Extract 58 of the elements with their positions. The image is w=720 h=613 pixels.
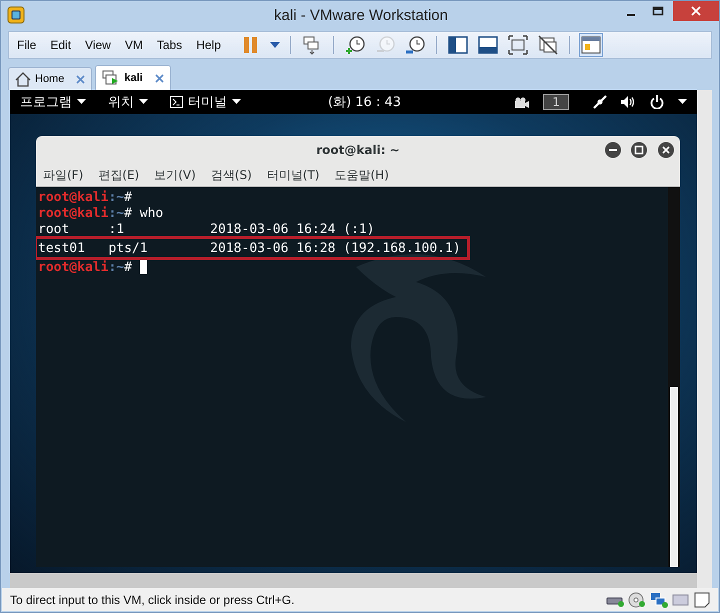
- fullscreen-icon[interactable]: [506, 33, 530, 57]
- menu-item[interactable]: File: [17, 38, 36, 52]
- volume-icon[interactable]: [621, 96, 636, 108]
- close-button[interactable]: [673, 1, 719, 21]
- menu-item[interactable]: 편집(E): [98, 166, 140, 184]
- menu-item[interactable]: Help: [196, 38, 221, 52]
- close-button[interactable]: [656, 141, 674, 159]
- caret-icon: [232, 99, 241, 105]
- places-menu[interactable]: 위치: [108, 93, 148, 111]
- network-icon[interactable]: [593, 95, 607, 109]
- terminal-menu[interactable]: 터미널: [170, 93, 241, 111]
- disc-icon[interactable]: [628, 592, 646, 608]
- tab[interactable]: kali: [95, 65, 171, 90]
- minimize-button[interactable]: [604, 141, 622, 159]
- terminal-line: root :1 2018-03-06 16:24 (:1): [38, 222, 375, 236]
- vm-screen[interactable]: 프로그램 위치 터미널 (화) 16 : 43 1 root@kali: ~ 파일(F) 편집(E) 보기(V) 검색(S) 터미널(T) 도움말(H) root@kali:~# root@kali:~# who root :1 2018-03-06 16:24 (:1) test01 pts/1 2018-03-06 16:28 (192.168.100.1) root@kali:~#: [10, 90, 697, 573]
- menu-item[interactable]: 보기(V): [154, 166, 196, 184]
- maximize-button[interactable]: [630, 141, 648, 159]
- minimize-icon: [626, 14, 634, 16]
- vm-icon: [102, 70, 120, 86]
- maximize-icon: [652, 6, 664, 16]
- menu-item[interactable]: 도움말(H): [334, 166, 389, 184]
- home-icon: [15, 72, 31, 86]
- menu-item[interactable]: View: [85, 38, 111, 52]
- tab[interactable]: Home: [8, 67, 92, 90]
- windows-icon[interactable]: [536, 33, 560, 57]
- camera-icon[interactable]: [515, 96, 530, 108]
- terminal-line: root@kali:~# who: [38, 206, 164, 220]
- terminal-line: root@kali:~#: [38, 260, 133, 274]
- menu-item[interactable]: VM: [124, 38, 143, 52]
- menu-item[interactable]: 검색(S): [210, 166, 252, 184]
- app-icon: [7, 6, 25, 24]
- network-adapter-icon[interactable]: [650, 592, 668, 608]
- note-icon[interactable]: [694, 592, 710, 608]
- terminal-line: root@kali:~#: [38, 190, 133, 204]
- terminal-icon: [170, 96, 183, 108]
- clock[interactable]: (화) 16 : 43: [328, 93, 402, 111]
- close-icon[interactable]: [154, 74, 164, 82]
- menu-item[interactable]: 파일(F): [43, 166, 84, 184]
- status-message: To direct input to this VM, click inside or press Ctrl+G.: [10, 592, 294, 606]
- terminal-line: test01 pts/1 2018-03-06 16:28 (192.168.100.1): [38, 240, 461, 256]
- close-icon: [690, 5, 702, 17]
- close-icon[interactable]: [76, 74, 86, 84]
- power-icon[interactable]: [650, 95, 664, 109]
- caret-icon: [77, 99, 86, 105]
- vertical-scrollbar[interactable]: [697, 90, 712, 588]
- menu-item[interactable]: 터미널(T): [266, 166, 320, 184]
- menu-item[interactable]: Tabs: [156, 38, 182, 52]
- applications-menu[interactable]: 프로그램: [20, 93, 86, 111]
- window-icon[interactable]: [578, 33, 603, 57]
- caret-icon[interactable]: [678, 99, 687, 105]
- workspace-indicator[interactable]: 1: [543, 94, 569, 110]
- window-title: kali - VMware Workstation: [273, 6, 449, 24]
- terminal-title: root@kali: ~: [315, 143, 401, 157]
- horizontal-scrollbar[interactable]: [10, 573, 697, 588]
- caret-icon: [139, 99, 148, 105]
- menu-item[interactable]: Edit: [50, 38, 72, 52]
- scrollbar[interactable]: [668, 187, 680, 567]
